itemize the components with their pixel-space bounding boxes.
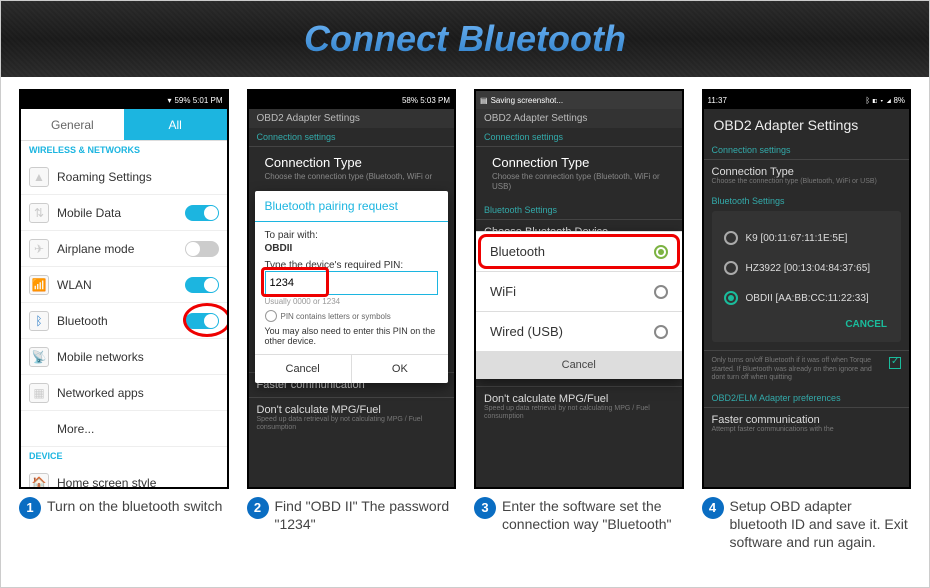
airplane-switch[interactable] [185, 241, 219, 257]
row-conn-type[interactable]: Connection Type Choose the connection ty… [249, 146, 455, 192]
status-bar: ▾ 59% 5:01 PM [21, 91, 227, 109]
row-roaming[interactable]: ▲Roaming Settings [21, 159, 227, 195]
page-title: Connect Bluetooth [304, 18, 626, 60]
row-mobile-data[interactable]: ⇅Mobile Data [21, 195, 227, 231]
row-only-turns[interactable]: Only turns on/off Bluetooth if it was of… [704, 350, 910, 388]
cancel-button[interactable]: Cancel [476, 351, 682, 379]
screenshots-row: ▾ 59% 5:01 PM General All WIRELESS & NET… [1, 77, 929, 489]
screenshot-1: ▾ 59% 5:01 PM General All WIRELESS & NET… [19, 89, 229, 489]
device-option-hz3922[interactable]: HZ3922 [00:13:04:84:37:65] [722, 253, 892, 283]
section-connection: Connection settings [704, 141, 910, 159]
step-number: 2 [247, 497, 269, 519]
tab-all[interactable]: All [124, 109, 227, 140]
section-bluetooth: Bluetooth Settings [704, 192, 910, 210]
section-wireless: WIRELESS & NETWORKS [21, 141, 227, 159]
caption-3: 3Enter the software set the connection w… [474, 497, 684, 552]
also-need-note: You may also need to enter this PIN on t… [265, 326, 439, 346]
radio-icon [724, 261, 738, 275]
tabs: General All [21, 109, 227, 141]
section-bluetooth: Bluetooth Settings [476, 201, 682, 219]
row-conn-type[interactable]: Connection Type Choose the connection ty… [476, 146, 682, 201]
row-faster[interactable]: Faster communicationAttempt faster commu… [704, 407, 910, 440]
row-conn-type[interactable]: Connection TypeChoose the connection typ… [704, 159, 910, 192]
apps-icon: ▦ [29, 383, 49, 403]
row-home-screen[interactable]: 🏠Home screen style [21, 465, 227, 489]
screenshot-4: 11:37ᛒ ◧ ▾ ◢ 8% OBD2 Adapter Settings Co… [702, 89, 912, 489]
device-name: OBDII [265, 243, 439, 254]
cancel-button[interactable]: CANCEL [722, 313, 892, 330]
radio-icon [654, 285, 668, 299]
checkbox-icon[interactable] [889, 357, 901, 369]
pin-letters-checkbox[interactable]: PIN contains letters or symbols [265, 310, 439, 322]
caption-2: 2Find "OBD II" The password "1234" [247, 497, 457, 552]
row-mpg[interactable]: Don't calculate MPG/FuelSpeed up data re… [476, 386, 682, 428]
dialog-title: Bluetooth pairing request [255, 191, 449, 222]
caption-1: 1Turn on the bluetooth switch [19, 497, 229, 552]
tab-general[interactable]: General [21, 109, 124, 140]
row-bluetooth[interactable]: ᛒBluetooth [21, 303, 227, 339]
section-connection: Connection settings [476, 128, 682, 146]
row-mpg[interactable]: Don't calculate MPG/FuelSpeed up data re… [249, 397, 455, 439]
cancel-button[interactable]: Cancel [255, 355, 351, 383]
screen-title: OBD2 Adapter Settings [249, 109, 455, 128]
airplane-icon: ✈ [29, 239, 49, 259]
row-mobile-networks[interactable]: 📡Mobile networks [21, 339, 227, 375]
radio-icon [724, 231, 738, 245]
step-number: 1 [19, 497, 41, 519]
home-icon: 🏠 [29, 473, 49, 490]
option-wifi[interactable]: WiFi [476, 271, 682, 311]
type-pin-label: Type the device's required PIN: [265, 260, 439, 271]
bluetooth-status-icon: ᛒ ◧ ▾ ◢ [865, 96, 891, 105]
pin-hint: Usually 0000 or 1234 [265, 297, 439, 306]
roaming-icon: ▲ [29, 167, 49, 187]
wlan-switch[interactable] [185, 277, 219, 293]
mobile-data-switch[interactable] [185, 205, 219, 221]
device-option-k9[interactable]: K9 [00:11:67:11:1E:5E] [722, 223, 892, 253]
pin-input[interactable] [265, 271, 439, 295]
row-airplane[interactable]: ✈Airplane mode [21, 231, 227, 267]
wifi-icon: 📶 [29, 275, 49, 295]
pairing-dialog: Bluetooth pairing request To pair with: … [255, 191, 449, 383]
bluetooth-icon: ᛒ [29, 311, 49, 331]
radio-selected-icon [654, 245, 668, 259]
header: Connect Bluetooth [1, 1, 929, 77]
radio-icon [654, 325, 668, 339]
ok-button[interactable]: OK [351, 355, 448, 383]
device-select-dialog: K9 [00:11:67:11:1E:5E] HZ3922 [00:13:04:… [712, 211, 902, 342]
connection-type-dialog: Bluetooth WiFi Wired (USB) Cancel [476, 231, 682, 379]
saving-icon: ▤ [480, 96, 488, 105]
battery-text: 59% 5:01 PM [174, 96, 222, 105]
option-wired[interactable]: Wired (USB) [476, 311, 682, 351]
option-bluetooth[interactable]: Bluetooth [476, 231, 682, 271]
to-pair-label: To pair with: [265, 230, 439, 241]
caption-4: 4Setup OBD adapter bluetooth ID and save… [702, 497, 912, 552]
screenshot-2: 58% 5:03 PM OBD2 Adapter Settings Connec… [247, 89, 457, 489]
screenshot-3: ▤ Saving screenshot... OBD2 Adapter Sett… [474, 89, 684, 489]
captions-row: 1Turn on the bluetooth switch 2Find "OBD… [1, 489, 929, 552]
mobile-data-icon: ⇅ [29, 203, 49, 223]
status-bar: 11:37ᛒ ◧ ▾ ◢ 8% [704, 91, 910, 109]
status-time: 11:37 [708, 96, 727, 105]
mobile-networks-icon: 📡 [29, 347, 49, 367]
bluetooth-switch[interactable] [185, 313, 219, 329]
screen-title: OBD2 Adapter Settings [704, 109, 910, 141]
wifi-icon: ▾ [167, 96, 171, 105]
section-elm: OBD2/ELM Adapter preferences [704, 389, 910, 407]
step-number: 3 [474, 497, 496, 519]
section-connection: Connection settings [249, 128, 455, 146]
row-more[interactable]: More... [21, 411, 227, 447]
screen-title: OBD2 Adapter Settings [476, 109, 682, 128]
step-number: 4 [702, 497, 724, 519]
radio-selected-icon [724, 291, 738, 305]
status-bar: ▤ Saving screenshot... [476, 91, 682, 109]
row-networked-apps[interactable]: ▦Networked apps [21, 375, 227, 411]
row-wlan[interactable]: 📶WLAN [21, 267, 227, 303]
status-bar: 58% 5:03 PM [249, 91, 455, 109]
section-device: DEVICE [21, 447, 227, 465]
device-option-obdii[interactable]: OBDII [AA:BB:CC:11:22:33] [722, 283, 892, 313]
